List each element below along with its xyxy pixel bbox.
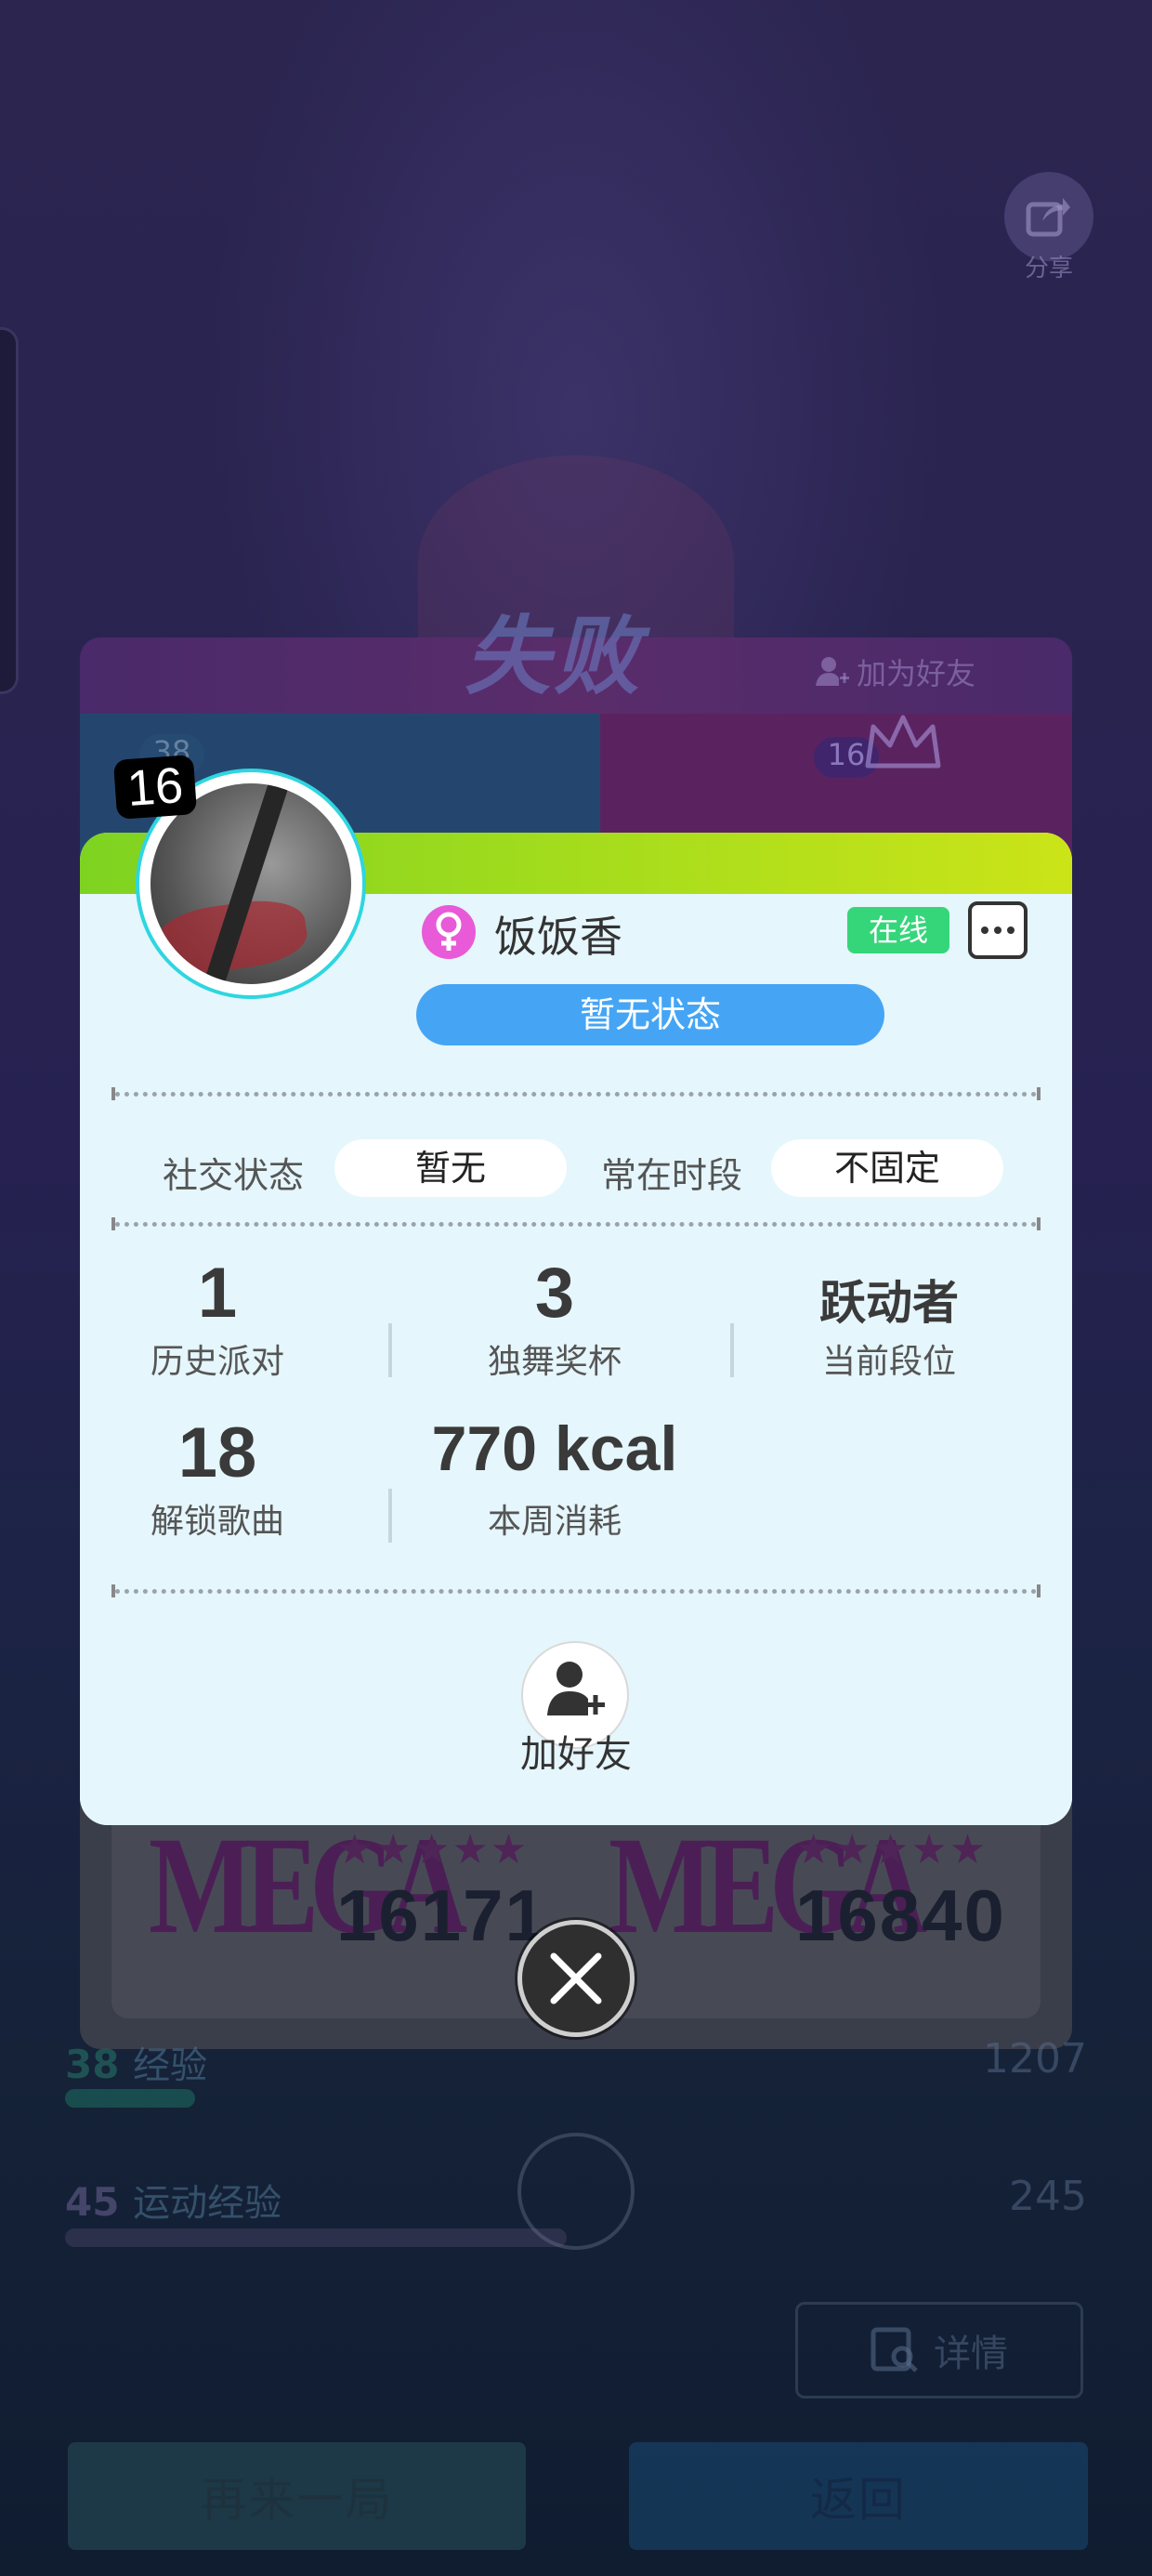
- solo-trophies-label: 独舞奖杯: [487, 1343, 622, 1381]
- back-button[interactable]: 返回: [629, 2442, 1088, 2550]
- sport-xp-level: 45: [65, 2179, 120, 2225]
- username: 饭饭香: [494, 912, 622, 962]
- left-stars: ★★★★★: [336, 1826, 530, 1873]
- bg-add-friend-label: 加为好友: [857, 656, 976, 691]
- status-message: 暂无状态: [416, 984, 884, 1045]
- online-status-badge: 在线: [847, 907, 949, 953]
- more-dot-icon: [981, 927, 988, 934]
- stat-separator: [730, 1323, 734, 1377]
- more-dot-icon: [1007, 927, 1015, 934]
- xp-row: 38 经验: [65, 2035, 207, 2089]
- sport-xp-progress-bar: [65, 2228, 567, 2247]
- xp-label: 经验: [133, 2044, 208, 2087]
- detail-icon: [871, 2327, 918, 2372]
- parties-value: 1: [197, 1254, 238, 1333]
- share-icon: [1026, 198, 1070, 237]
- share-button[interactable]: [1004, 172, 1093, 261]
- level-badge: 16: [112, 755, 198, 820]
- right-score: 16840: [795, 1874, 1006, 1956]
- crown-icon: [865, 715, 941, 769]
- add-user-icon: [547, 1662, 605, 1715]
- close-icon: [550, 1952, 602, 2004]
- divider: [111, 1584, 1041, 1597]
- share-label: 分享: [1024, 255, 1073, 283]
- xp-level: 38: [65, 2042, 120, 2087]
- detail-label: 详情: [934, 2333, 1008, 2375]
- rank-value: 跃动者: [819, 1277, 959, 1329]
- sport-xp-value: 245: [1009, 2173, 1087, 2220]
- weekly-kcal-label: 本周消耗: [487, 1503, 622, 1541]
- sport-xp-label: 运动经验: [133, 2182, 282, 2225]
- detail-button[interactable]: 详情: [795, 2302, 1083, 2399]
- add-user-icon: [816, 657, 849, 686]
- stat-separator: [388, 1323, 392, 1377]
- songs-unlocked-value: 18: [177, 1413, 257, 1492]
- bg-close-ring: [517, 2133, 635, 2250]
- social-status-label: 社交状态: [163, 1155, 305, 1196]
- xp-progress-bar: [65, 2089, 195, 2108]
- divider: [111, 1087, 1041, 1100]
- result-title: 失败: [465, 607, 644, 706]
- more-options-button[interactable]: [968, 901, 1028, 959]
- more-dot-icon: [994, 927, 1001, 934]
- side-drawer-handle[interactable]: [0, 327, 19, 694]
- active-time-value: 不固定: [771, 1139, 1003, 1197]
- parties-label: 历史派对: [150, 1343, 284, 1381]
- close-button[interactable]: [517, 1920, 635, 2037]
- stat-separator: [388, 1489, 392, 1543]
- active-time-label: 常在时段: [601, 1155, 743, 1196]
- solo-trophies-value: 3: [534, 1254, 575, 1333]
- sport-xp-row: 45 运动经验: [65, 2173, 281, 2227]
- social-status-value: 暂无: [334, 1139, 567, 1197]
- songs-unlocked-label: 解锁歌曲: [150, 1503, 284, 1541]
- rank-label: 当前段位: [821, 1343, 956, 1381]
- female-icon: [422, 905, 476, 959]
- left-score: 16171: [336, 1874, 547, 1956]
- right-stars: ★★★★★: [795, 1826, 988, 1873]
- xp-value: 1207: [983, 2035, 1087, 2083]
- replay-button[interactable]: 再来一局: [68, 2442, 526, 2550]
- bg-add-friend-button[interactable]: 加为好友: [816, 651, 975, 693]
- divider: [111, 1217, 1041, 1230]
- add-friend-label: 加好友: [520, 1733, 632, 1776]
- weekly-kcal-value: 770 kcal: [431, 1413, 678, 1484]
